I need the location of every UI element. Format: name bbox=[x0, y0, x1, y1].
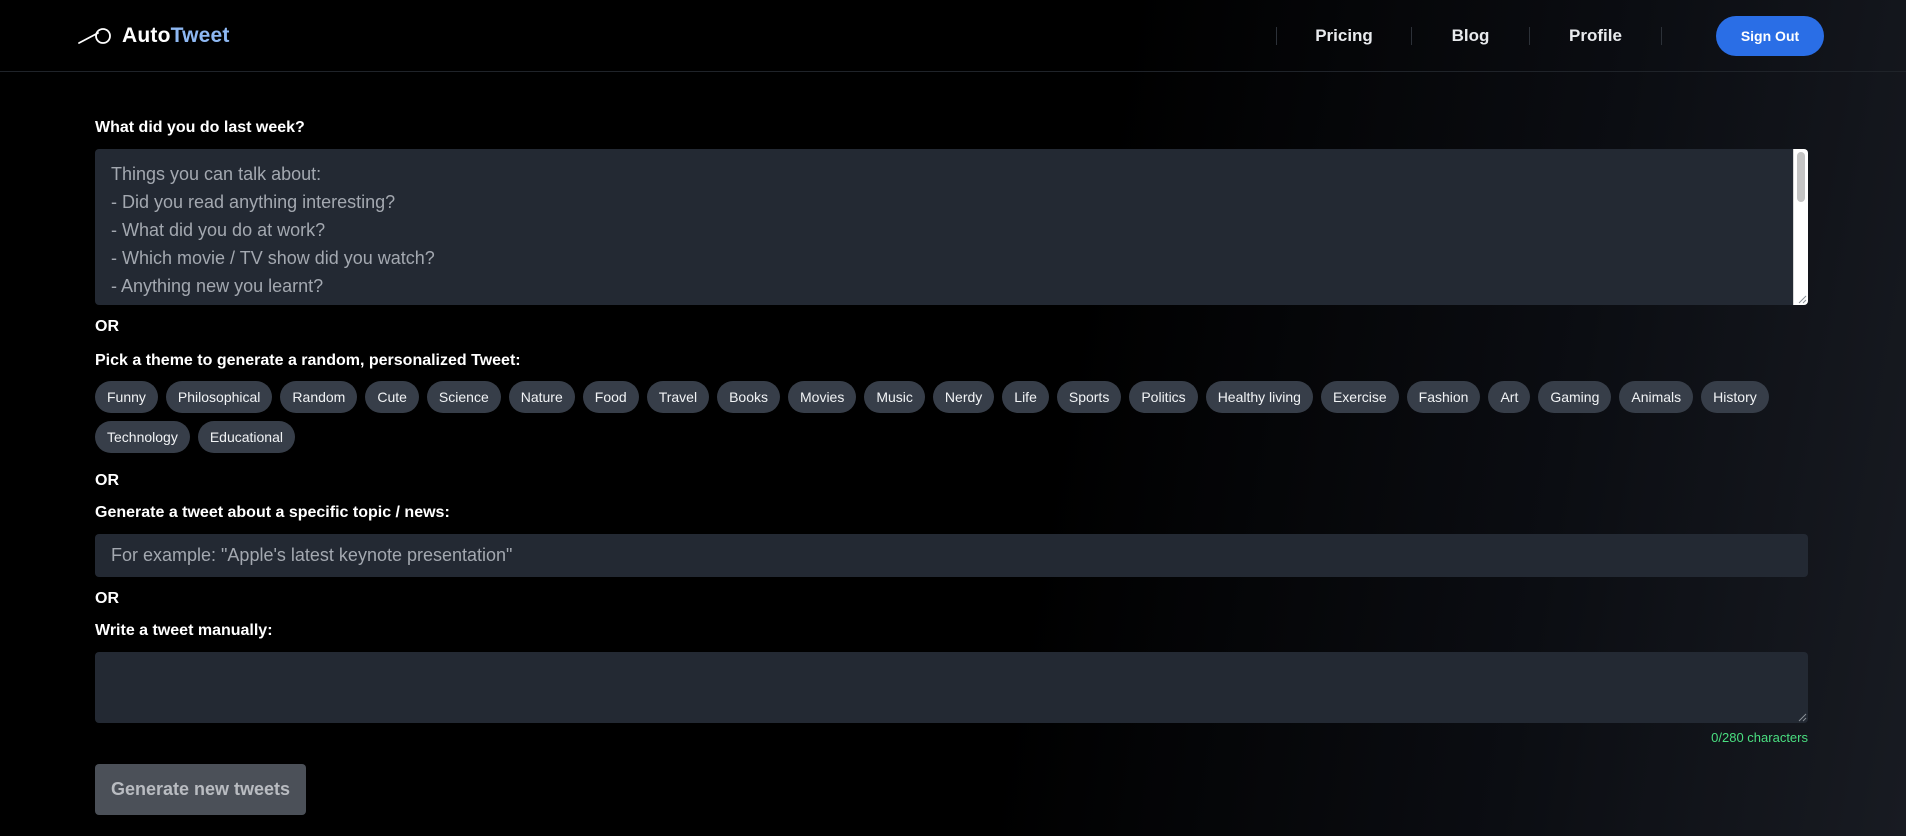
manual-tweet-label: Write a tweet manually: bbox=[95, 622, 273, 639]
sign-out-button[interactable]: Sign Out bbox=[1716, 16, 1824, 56]
theme-chip-philosophical[interactable]: Philosophical bbox=[165, 381, 273, 413]
theme-chip-movies[interactable]: Movies bbox=[788, 381, 857, 413]
theme-chip-politics[interactable]: Politics bbox=[1129, 381, 1198, 413]
theme-chip-fashion[interactable]: Fashion bbox=[1406, 381, 1481, 413]
theme-chip-art[interactable]: Art bbox=[1488, 381, 1531, 413]
character-counter: 0/280 characters bbox=[1711, 730, 1808, 745]
theme-chip-list: Funny Philosophical Random Cute Science … bbox=[95, 381, 1808, 453]
theme-chip-nature[interactable]: Nature bbox=[508, 381, 575, 413]
resize-grip-icon[interactable] bbox=[1797, 712, 1807, 722]
or-separator: OR bbox=[95, 590, 119, 607]
top-navigation-bar: AutoTweet Pricing Blog Profile Sign Out bbox=[0, 0, 1906, 72]
theme-chip-random[interactable]: Random bbox=[280, 381, 358, 413]
textarea-scrollbar[interactable] bbox=[1793, 149, 1808, 305]
logo-text-accent: Tweet bbox=[170, 24, 230, 47]
manual-tweet-textarea[interactable] bbox=[95, 652, 1808, 723]
nav-divider bbox=[1661, 27, 1662, 45]
theme-chip-funny[interactable]: Funny bbox=[95, 381, 158, 413]
theme-chip-science[interactable]: Science bbox=[426, 381, 501, 413]
theme-chip-animals[interactable]: Animals bbox=[1619, 381, 1694, 413]
generate-tweets-button[interactable]: Generate new tweets bbox=[95, 764, 306, 815]
theme-chip-books[interactable]: Books bbox=[717, 381, 780, 413]
logo-icon bbox=[78, 28, 111, 44]
last-week-textarea[interactable]: Things you can talk about: - Did you rea… bbox=[95, 149, 1808, 305]
topic-input[interactable]: For example: "Apple's latest keynote pre… bbox=[95, 534, 1808, 577]
theme-picker-label: Pick a theme to generate a random, perso… bbox=[95, 352, 521, 369]
or-separator: OR bbox=[95, 472, 119, 489]
theme-chip-music[interactable]: Music bbox=[864, 381, 925, 413]
app-logo[interactable]: AutoTweet bbox=[78, 22, 230, 50]
or-separator: OR bbox=[95, 318, 119, 335]
theme-chip-history[interactable]: History bbox=[1701, 381, 1769, 413]
theme-chip-educational[interactable]: Educational bbox=[197, 421, 295, 453]
theme-chip-nerdy[interactable]: Nerdy bbox=[932, 381, 995, 413]
theme-chip-sports[interactable]: Sports bbox=[1056, 381, 1122, 413]
logo-text: AutoTweet bbox=[122, 24, 230, 48]
logo-text-prefix: Auto bbox=[122, 24, 171, 47]
last-week-placeholder: Things you can talk about: - Did you rea… bbox=[111, 164, 435, 296]
theme-chip-cute[interactable]: Cute bbox=[365, 381, 419, 413]
theme-chip-gaming[interactable]: Gaming bbox=[1538, 381, 1612, 413]
theme-chip-travel[interactable]: Travel bbox=[646, 381, 710, 413]
topic-label: Generate a tweet about a specific topic … bbox=[95, 504, 450, 521]
nav-link-pricing[interactable]: Pricing bbox=[1277, 26, 1411, 46]
theme-chip-food[interactable]: Food bbox=[582, 381, 639, 413]
theme-chip-exercise[interactable]: Exercise bbox=[1320, 381, 1399, 413]
theme-chip-life[interactable]: Life bbox=[1002, 381, 1049, 413]
theme-chip-healthy-living[interactable]: Healthy living bbox=[1205, 381, 1313, 413]
resize-grip-icon[interactable] bbox=[1797, 294, 1807, 304]
nav-link-profile[interactable]: Profile bbox=[1530, 26, 1661, 46]
last-week-label: What did you do last week? bbox=[95, 119, 305, 136]
main-nav: Pricing Blog Profile bbox=[1276, 18, 1662, 54]
theme-chip-technology[interactable]: Technology bbox=[95, 421, 190, 453]
nav-link-blog[interactable]: Blog bbox=[1412, 26, 1529, 46]
scrollbar-thumb[interactable] bbox=[1797, 152, 1805, 202]
